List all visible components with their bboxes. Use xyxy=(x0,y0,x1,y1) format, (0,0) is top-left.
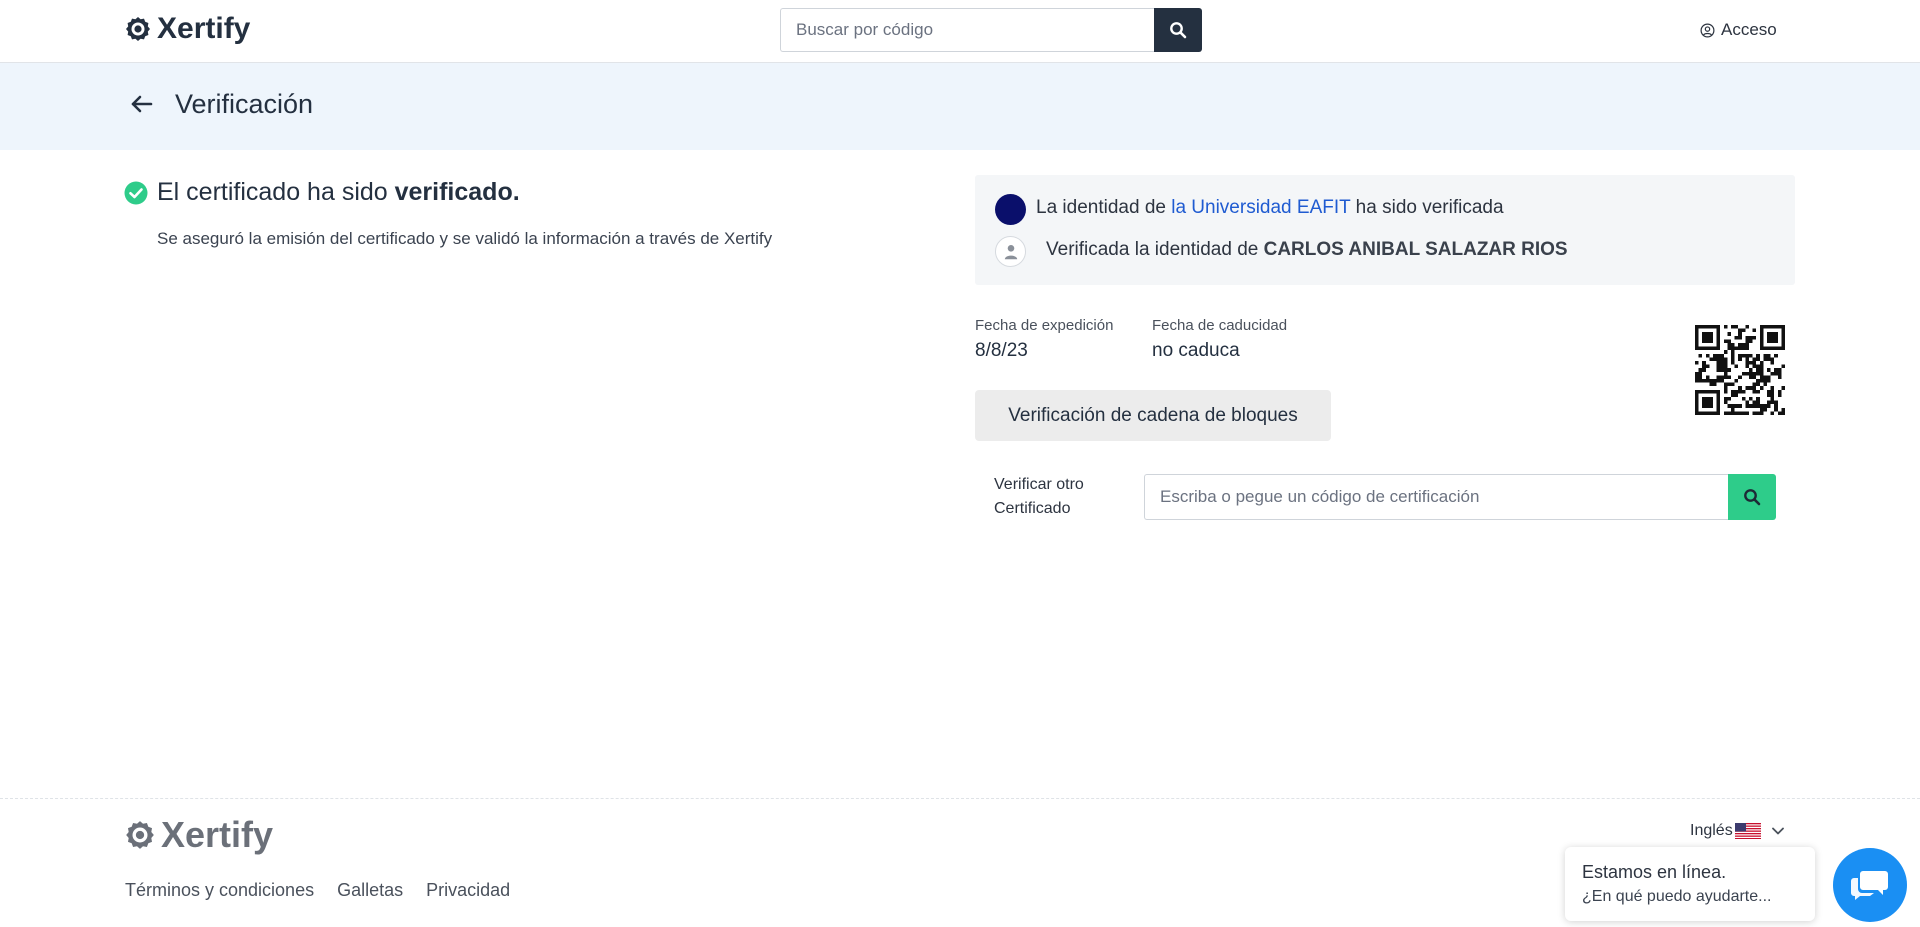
verification-description: Se aseguró la emisión del certificado y … xyxy=(157,229,773,248)
institution-verification-text: La identidad de la Universidad EAFIT ha … xyxy=(1036,197,1504,219)
badge-check-icon xyxy=(126,17,150,41)
verification-status-title: El certificado ha sido verificado. xyxy=(157,178,520,207)
cookies-link[interactable]: Galletas xyxy=(337,880,403,901)
search-icon xyxy=(1170,22,1187,39)
institution-logo xyxy=(995,194,1026,225)
institution-link[interactable]: la Universidad EAFIT xyxy=(1171,197,1350,218)
institution-suffix: ha sido verificada xyxy=(1350,197,1504,218)
status-title-bold: verificado. xyxy=(394,178,520,206)
top-navbar: Xertify Acceso xyxy=(0,0,1920,63)
chat-greeting-bubble[interactable]: Estamos en línea. ¿En qué puedo ayudarte… xyxy=(1565,847,1815,921)
footer-brand-name: Xertify xyxy=(161,814,274,855)
access-label: Acceso xyxy=(1721,20,1777,39)
expiry-date-label: Fecha de caducidad xyxy=(1152,317,1288,334)
language-label: Inglés xyxy=(1690,822,1733,839)
search-icon xyxy=(1744,489,1761,506)
language-selector[interactable]: Inglés xyxy=(1690,822,1785,840)
badge-check-icon xyxy=(126,821,154,849)
qr-code[interactable] xyxy=(1695,325,1785,415)
footer-brand-logo[interactable]: Xertify xyxy=(125,814,273,856)
access-link[interactable]: Acceso xyxy=(1700,20,1777,40)
us-flag-icon xyxy=(1734,823,1761,839)
brand-logo[interactable]: Xertify xyxy=(125,12,250,46)
brand-name: Xertify xyxy=(157,12,251,45)
footer-divider xyxy=(0,798,1920,799)
terms-link[interactable]: Términos y condiciones xyxy=(125,880,314,901)
verify-other-label-line1: Verificar otro xyxy=(994,476,1084,493)
certification-code-input[interactable] xyxy=(1144,474,1728,520)
person-avatar xyxy=(995,236,1026,267)
footer-links: Términos y condiciones Galletas Privacid… xyxy=(125,880,510,901)
check-circle-icon xyxy=(124,181,148,205)
verify-other-label-line2: Certificado xyxy=(994,500,1071,517)
issue-date-label: Fecha de expedición xyxy=(975,317,1114,334)
status-title-prefix: El certificado ha sido xyxy=(157,178,395,206)
chat-greeting-subtitle: ¿En qué puedo ayudarte... xyxy=(1582,888,1772,905)
chat-greeting-title: Estamos en línea. xyxy=(1582,862,1727,882)
blockchain-verification-button[interactable]: Verificación de cadena de bloques xyxy=(975,390,1331,441)
user-icon xyxy=(1004,244,1017,259)
verify-other-form xyxy=(1144,474,1776,520)
person-verification-text: Verificada la identidad de CARLOS ANIBAL… xyxy=(1046,239,1568,261)
institution-prefix: La identidad de xyxy=(1036,197,1172,218)
expiry-date-value: no caduca xyxy=(1152,340,1240,361)
code-search-input[interactable] xyxy=(780,8,1154,52)
person-prefix: Verificada la identidad de xyxy=(1046,239,1264,260)
arrow-left-icon[interactable] xyxy=(128,90,156,118)
verify-other-label: Verificar otro Certificado xyxy=(994,473,1114,521)
search-button[interactable] xyxy=(1154,8,1202,52)
verify-search-button[interactable] xyxy=(1728,474,1776,520)
issue-date-value: 8/8/23 xyxy=(975,340,1028,361)
person-name: CARLOS ANIBAL SALAZAR RIOS xyxy=(1263,239,1568,260)
chevron-down-icon xyxy=(1771,827,1784,835)
page-title: Verificación xyxy=(175,89,314,119)
chat-icon xyxy=(1851,871,1888,900)
header-search xyxy=(780,8,1202,52)
user-circle-icon xyxy=(1700,23,1715,37)
chat-launcher-button[interactable] xyxy=(1833,848,1907,922)
identity-panel: La identidad de la Universidad EAFIT ha … xyxy=(975,175,1795,285)
privacy-link[interactable]: Privacidad xyxy=(426,880,510,901)
